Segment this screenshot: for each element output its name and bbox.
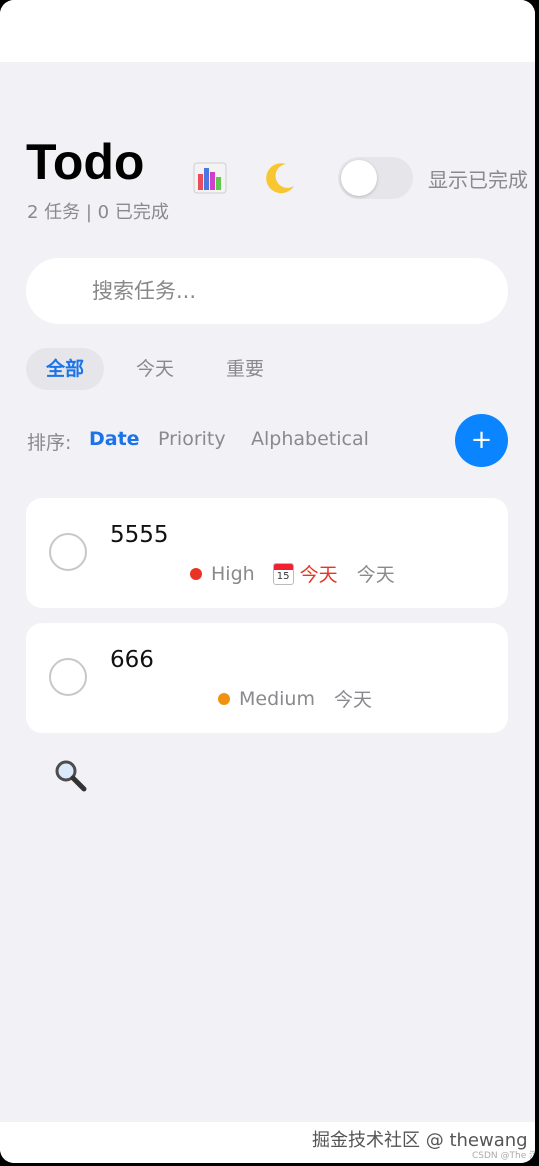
priority-dot <box>218 692 230 705</box>
filter-tab-important[interactable]: 重要 <box>208 348 282 390</box>
task-count-summary: 2 任务 | 0 已完成 <box>27 202 169 223</box>
status-bar <box>0 0 535 62</box>
task-complete-checkbox[interactable] <box>49 658 87 696</box>
calendar-day: 15 <box>276 570 290 582</box>
priority-label: High <box>211 562 255 585</box>
sort-option-priority[interactable]: Priority <box>158 428 226 450</box>
created-date-label: 今天 <box>356 564 395 586</box>
sort-option-date[interactable]: Date <box>89 428 140 450</box>
due-date-label: 今天 <box>299 564 338 586</box>
task-card[interactable]: 5555 High 15 今天 今天 <box>26 498 508 608</box>
search-bar <box>26 258 508 324</box>
crescent-moon-icon[interactable] <box>262 160 298 196</box>
show-completed-toggle[interactable] <box>338 157 413 199</box>
priority-dot <box>190 567 202 580</box>
task-card[interactable]: 666 Medium 今天 <box>26 623 508 733</box>
task-meta: High 15 今天 今天 <box>190 560 395 587</box>
filter-tab-all[interactable]: 全部 <box>26 348 104 390</box>
task-title: 666 <box>110 647 154 673</box>
calendar-icon: 15 <box>272 562 294 585</box>
task-title: 5555 <box>110 522 169 548</box>
csdn-watermark: CSDN @The 沉 <box>472 1151 535 1161</box>
bar-chart-icon[interactable] <box>192 160 228 196</box>
task-complete-checkbox[interactable] <box>49 533 87 571</box>
page-title: Todo <box>26 134 145 190</box>
magnifier-icon[interactable] <box>52 758 92 798</box>
search-input[interactable] <box>92 258 482 324</box>
priority-label: Medium <box>239 687 315 710</box>
created-date-label: 今天 <box>333 689 372 711</box>
sort-option-alphabetical[interactable]: Alphabetical <box>251 428 369 450</box>
filter-tab-today[interactable]: 今天 <box>118 348 192 390</box>
sort-label: 排序: <box>27 432 72 454</box>
task-meta: Medium 今天 <box>218 685 372 712</box>
toggle-knob <box>341 160 377 196</box>
app-screen: Todo 2 任务 | 0 已完成 显示已完成 全部 今天 重要 排序: Dat… <box>0 0 535 1163</box>
show-completed-label: 显示已完成 <box>428 168 528 192</box>
add-task-button[interactable]: + <box>455 414 508 467</box>
